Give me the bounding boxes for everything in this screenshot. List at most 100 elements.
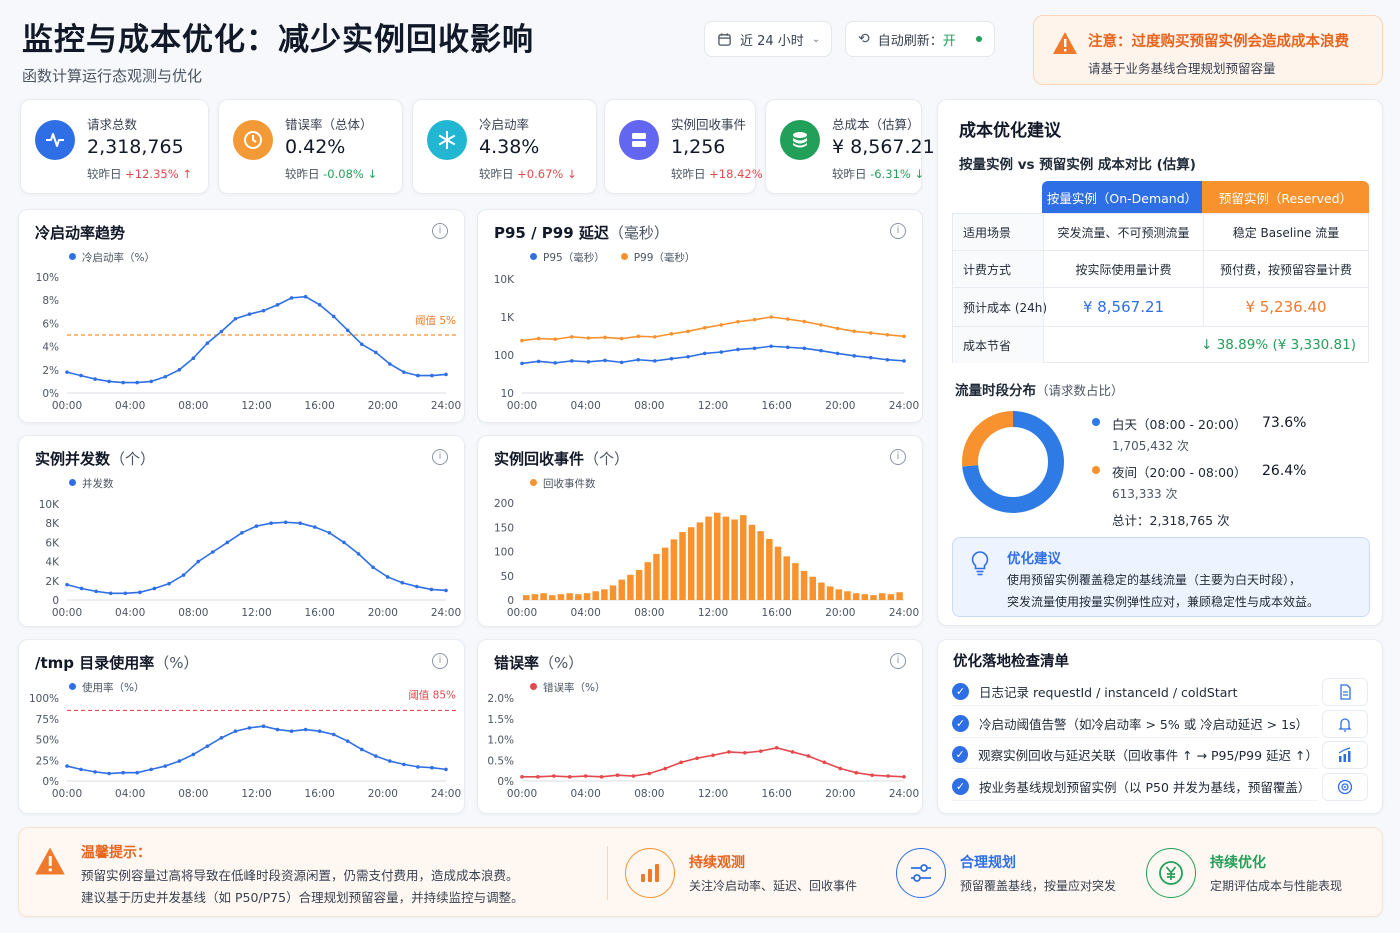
checklist-panel: 优化落地检查清单 ✓ 日志记录 requestId / instanceId / … <box>937 639 1383 814</box>
cold-start-point <box>374 350 378 355</box>
tmp-usage-point <box>430 765 434 770</box>
concurrency-point <box>400 580 405 585</box>
database-icon <box>780 120 820 160</box>
p95-point <box>769 344 773 349</box>
kpi-compare: 较昨日 +18.42% <box>671 167 763 181</box>
p99-point <box>553 337 558 342</box>
warning-icon <box>35 847 65 875</box>
concurrency-line-chart: 10K 8K 6K 4K 2K 000:00 04:00 08:00 12:00 16:00 20:… <box>39 499 461 619</box>
y-tick-label: 25% <box>36 755 59 767</box>
recycle-bar <box>549 595 556 600</box>
chart-icon[interactable] <box>1322 741 1368 769</box>
warning-icon <box>1053 32 1077 54</box>
concurrency-point <box>385 575 390 579</box>
recycle-bar <box>679 532 686 600</box>
error-rate-point <box>743 750 747 755</box>
kpi-label: 错误率（总体） <box>285 117 373 132</box>
p95-point <box>669 356 674 361</box>
day-label: 白天（08:00 - 20:00） <box>1112 417 1247 432</box>
snowflake-icon <box>427 120 467 160</box>
traffic-donut-chart <box>962 411 1064 513</box>
concurrency-point <box>298 521 303 525</box>
checklist-item[interactable]: ✓ 日志记录 requestId / instanceId / coldStart <box>952 678 1318 706</box>
y-tick-label: 4K <box>45 557 60 569</box>
p95-point <box>852 354 856 358</box>
target-icon[interactable] <box>1322 772 1368 801</box>
kpi-card: 实例回收事件 1,256 较昨日 +18.42% <box>604 99 763 194</box>
divider <box>607 846 608 900</box>
on-demand-cell: 按实际使用量计费 <box>1043 251 1203 287</box>
row-label: 预计成本 (24h) <box>953 288 1047 326</box>
x-tick-label: 20:00 <box>825 607 855 619</box>
error-rate-point <box>838 766 843 771</box>
footer-item-title: 持续观测 <box>689 855 745 871</box>
x-tick-label: 08:00 <box>634 400 664 412</box>
recycle-bar <box>627 574 634 600</box>
recycle-bar <box>601 589 608 600</box>
cold-start-point <box>275 303 280 307</box>
kpi-value: 1,256 <box>671 136 726 158</box>
recycle-bar <box>800 570 808 600</box>
tmp-usage-point <box>163 764 168 768</box>
bell-icon[interactable] <box>1322 709 1368 738</box>
time-range-select[interactable]: 近 24 小时 ⌄ <box>704 21 832 57</box>
p95-point <box>719 350 724 354</box>
checklist-item[interactable]: ✓ 冷启动阈值告警（如冷启动率 > 5% 或 冷启动延迟 > 1s） <box>952 710 1318 738</box>
p99-point <box>852 329 856 334</box>
y-tick-label: 10K <box>39 499 60 511</box>
cold-start-point <box>317 303 322 307</box>
legend-dot-day <box>1092 418 1100 426</box>
warning-alert: 注意：过度购买预留实例会造成成本浪费 请基于业务基线合理规划预留容量 <box>1033 15 1383 85</box>
p95-point <box>603 358 607 363</box>
x-tick-label: 04:00 <box>571 400 601 412</box>
on-demand-header: 按量实例（On-Demand） <box>1042 181 1202 213</box>
tmp-usage-point <box>261 724 266 729</box>
cold-start-line-chart: 10% 8% 6% 4% 2% 0%00:00 04:00 08:00 12:00 16:00 20… <box>36 272 461 412</box>
error-rate-point <box>567 775 572 779</box>
chevron-down-icon: ⌄ <box>811 33 821 45</box>
p99-point <box>719 323 724 327</box>
kpi-label: 总成本（估算） <box>832 117 920 132</box>
tmp-usage-point <box>205 744 210 748</box>
kpi-compare: 较昨日 +0.67% ↓ <box>479 167 577 181</box>
p99-point <box>835 326 840 331</box>
recycle-bar <box>740 515 747 600</box>
error-rate-point <box>695 756 699 760</box>
suggestion-box: 优化建议 使用预留实例覆盖稳定的基线流量（主要为白天时段）， 突发流量使用按量实… <box>952 537 1370 617</box>
concurrency-point <box>356 552 361 556</box>
x-tick-label: 08:00 <box>634 788 664 800</box>
server-icon <box>619 120 659 160</box>
cold-start-point <box>359 342 364 347</box>
y-tick-label: 50 <box>501 571 514 583</box>
alert-title: 注意：过度购买预留实例会造成成本浪费 <box>1088 34 1349 50</box>
tmp-usage-point <box>402 762 406 767</box>
doc-icon[interactable] <box>1322 678 1368 706</box>
x-tick-label: 12:00 <box>698 607 728 619</box>
recycle-bar-chart: 200 150 100 50 000:00 04:00 08:00 12:00 16:00 20:… <box>494 498 919 619</box>
kpi-value: 4.38% <box>479 136 540 158</box>
x-tick-label: 16:00 <box>762 788 792 800</box>
calendar-icon <box>718 32 731 46</box>
p95-point <box>868 355 873 360</box>
reserved-cell: 稳定 Baseline 流量 <box>1203 214 1368 250</box>
row-label: 成本节省 <box>953 327 1043 363</box>
tmp-usage-point <box>149 767 154 772</box>
error-rate-point <box>822 760 827 765</box>
auto-refresh-toggle[interactable]: ⟲ 自动刷新：开 <box>845 21 995 57</box>
p95-point <box>653 359 657 363</box>
error-rate-line-chart: 2.0% 1.5% 1.0% 0.5% 0%00:00 04:00 08:00 12:00 16… <box>487 693 919 800</box>
checklist-item[interactable]: ✓ 按业务基线规划预留实例（以 P50 并发为基线，预留覆盖） <box>952 773 1318 801</box>
cold-start-point <box>388 362 392 366</box>
y-tick-label: 100 <box>494 350 514 362</box>
recycle-bar <box>731 519 738 600</box>
p99-point <box>785 317 790 321</box>
recycle-bar <box>783 556 790 600</box>
tmp-usage-point <box>388 759 392 763</box>
y-tick-label: 0 <box>507 595 514 607</box>
cold-start-point <box>402 370 406 374</box>
x-tick-label: 24:00 <box>889 400 919 412</box>
checklist-item[interactable]: ✓ 观察实例回收与延迟关联（回收事件 ↑ → P95/P99 延迟 ↑） <box>952 741 1318 769</box>
panel-title: 成本优化建议 <box>959 121 1061 141</box>
error-rate-point <box>902 775 906 779</box>
p99-point <box>586 336 591 340</box>
